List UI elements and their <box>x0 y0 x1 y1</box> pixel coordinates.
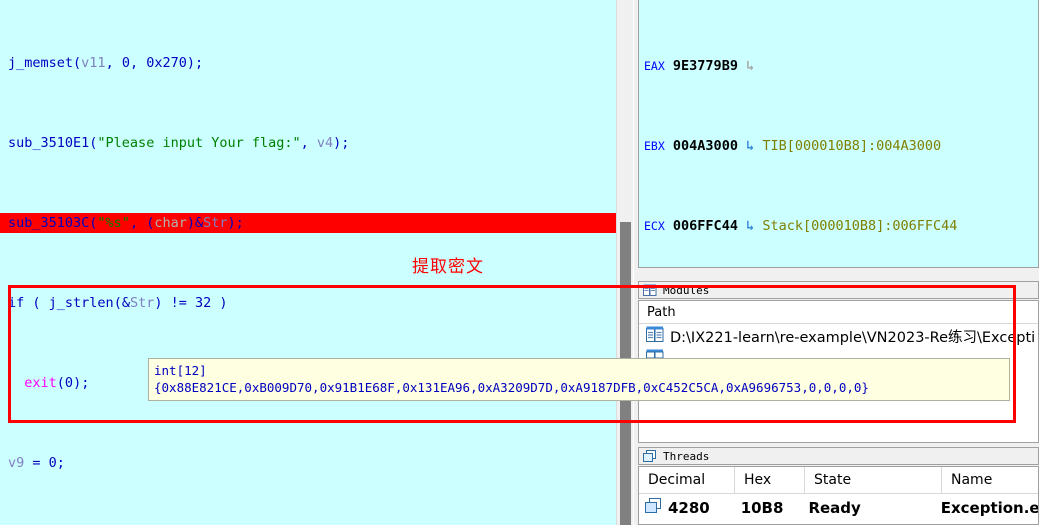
value-tooltip: int[12] {0x88E821CE,0xB009D70,0x91B1E68F… <box>148 358 1010 401</box>
modules-column-path: Path <box>647 304 676 320</box>
threads-icon <box>643 449 657 463</box>
modules-title-text: Modules <box>663 283 710 297</box>
modules-icon <box>643 284 657 297</box>
threads-list[interactable]: Decimal Hex State Name 4280 10B8 Ready E… <box>638 466 1039 525</box>
modules-column-header[interactable]: Path <box>639 301 1038 324</box>
module-path: D:\IX221-learn\re-example\VN2023-Re练习\Ex… <box>670 330 1036 346</box>
register-comment: Stack[000010B8]:006FFC44 <box>762 218 958 234</box>
register-comment: TIB[000010B8]:004A3000 <box>762 138 942 154</box>
threads-column-headers[interactable]: Decimal Hex State Name <box>639 467 1038 494</box>
table-row[interactable]: 4280 10B8 Ready Exception.ex <box>639 494 1038 522</box>
register-value[interactable]: 9E3779B9 <box>673 58 738 74</box>
threads-title-text: Threads <box>663 449 710 463</box>
threads-panel: Threads Decimal Hex State Name 4280 10B8… <box>638 447 1039 525</box>
register-name: EAX <box>644 59 665 73</box>
pseudocode-lines[interactable]: j_memset(v11, 0, 0x270); sub_3510E1("Ple… <box>0 0 619 525</box>
thread-state: Ready <box>808 499 861 517</box>
register-name: EBX <box>644 139 665 153</box>
arrow-icon: ↳ <box>746 138 755 154</box>
register-row[interactable]: EAX 9E3779B9 ↳ <box>639 56 957 76</box>
code-line[interactable]: sub_3510E1("Please input Your flag:", v4… <box>0 133 619 153</box>
code-line[interactable]: if ( j_strlen(&Str) != 32 ) <box>0 293 619 313</box>
register-rows: EAX 9E3779B9 ↳ EBX 004A3000 ↳ TIB[000010… <box>639 0 957 267</box>
pseudocode-pane[interactable]: j_memset(v11, 0, 0x270); sub_3510E1("Ple… <box>0 0 619 525</box>
arrow-icon: ↳ <box>746 58 755 74</box>
arrow-icon: ↳ <box>746 218 755 234</box>
tooltip-value: {0x88E821CE,0xB009D70,0x91B1E68F,0x131EA… <box>154 380 869 395</box>
thread-icon <box>645 498 662 518</box>
column-header-decimal[interactable]: Decimal <box>639 467 735 493</box>
annotation-label: 提取密文 <box>412 257 484 277</box>
register-row[interactable]: ECX 006FFC44 ↳ Stack[000010B8]:006FFC44 <box>639 216 957 236</box>
module-icon <box>646 326 664 347</box>
code-line[interactable]: v9 = 0; <box>0 453 619 473</box>
code-line[interactable]: j_memset(v11, 0, 0x270); <box>0 53 619 73</box>
pseudocode-scrollbar[interactable] <box>616 0 633 525</box>
thread-decimal-cell: 4280 <box>639 498 732 518</box>
register-value[interactable]: 004A3000 <box>673 138 738 154</box>
register-row[interactable]: EBX 004A3000 ↳ TIB[000010B8]:004A3000 <box>639 136 957 156</box>
register-value[interactable]: 006FFC44 <box>673 218 738 234</box>
table-row[interactable]: D:\IX221-learn\re-example\VN2023-Re练习\Ex… <box>639 324 1038 349</box>
thread-name: Exception.ex <box>940 499 1038 517</box>
threads-title-bar[interactable]: Threads <box>638 447 1039 465</box>
registers-panel[interactable]: EAX 9E3779B9 ↳ EBX 004A3000 ↳ TIB[000010… <box>638 0 1039 268</box>
tooltip-type: int[12] <box>154 363 207 378</box>
column-header-name[interactable]: Name <box>942 467 1038 493</box>
code-line-selected[interactable]: sub_35103C("%s", (char)&Str); <box>0 213 619 233</box>
debugger-right-column: EAX 9E3779B9 ↳ EBX 004A3000 ↳ TIB[000010… <box>634 0 1039 525</box>
modules-title-bar[interactable]: Modules <box>638 281 1039 299</box>
register-name: ECX <box>644 219 665 233</box>
column-header-hex[interactable]: Hex <box>735 467 805 493</box>
thread-decimal: 4280 <box>668 499 710 517</box>
thread-hex: 10B8 <box>740 499 784 517</box>
column-header-state[interactable]: State <box>805 467 942 493</box>
